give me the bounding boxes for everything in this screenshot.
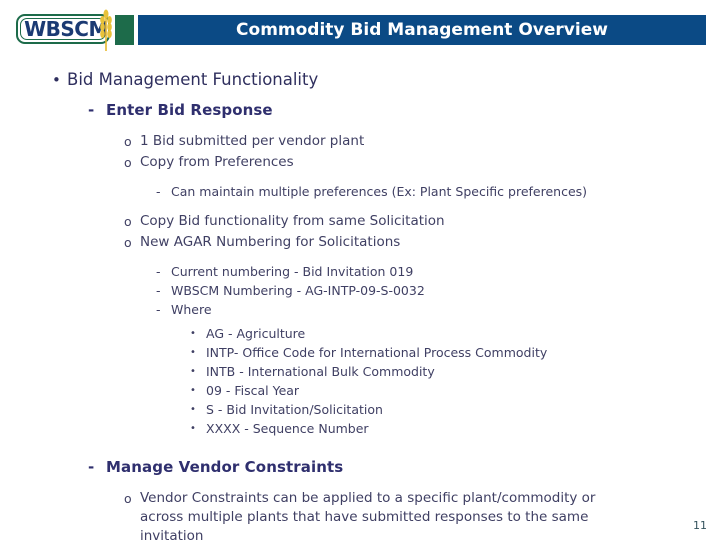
slide-body: • Bid Management Functionality - Enter B… bbox=[0, 66, 720, 548]
bullet-marker: • bbox=[190, 366, 196, 377]
page-title: Commodity Bid Management Overview bbox=[236, 20, 608, 40]
outline-item-ag-agriculture: • AG - Agriculture bbox=[0, 325, 720, 343]
bullet-marker: • bbox=[190, 423, 196, 434]
outline-item-new-agar-numbering: o New AGAR Numbering for Solicitations bbox=[0, 233, 720, 252]
outline-item-label: Current numbering - Bid Invitation 019 bbox=[171, 264, 414, 279]
outline-item-label: XXXX - Sequence Number bbox=[206, 421, 369, 436]
outline-item-bid-invitation-solicitation: • S - Bid Invitation/Solicitation bbox=[0, 401, 720, 419]
outline-item-manage-vendor-constraints: - Manage Vendor Constraints bbox=[0, 457, 720, 477]
outline-item-label: New AGAR Numbering for Solicitations bbox=[140, 234, 401, 250]
outline-item-fiscal-year: • 09 - Fiscal Year bbox=[0, 382, 720, 400]
circle-marker: o bbox=[124, 235, 132, 250]
bullet-marker: • bbox=[52, 71, 61, 89]
outline-item-label: Copy from Preferences bbox=[140, 154, 294, 170]
page-number: 11 bbox=[693, 519, 707, 532]
circle-marker: o bbox=[124, 491, 132, 506]
outline-item-label: 09 - Fiscal Year bbox=[206, 383, 300, 398]
outline-item-vendor-constraints-detail: o Vendor Constraints can be applied to a… bbox=[0, 489, 720, 546]
outline-item-label: INTP- Office Code for International Proc… bbox=[206, 345, 548, 360]
dash-marker: - bbox=[156, 264, 161, 279]
bullet-marker: • bbox=[190, 385, 196, 396]
slide-header: WBSCM Commodity Bid Management Overview bbox=[0, 0, 720, 58]
bullet-marker: • bbox=[190, 328, 196, 339]
outline-item-intb-bulk-commodity: • INTB - International Bulk Commodity bbox=[0, 363, 720, 381]
outline-item-label: Bid Management Functionality bbox=[67, 70, 319, 89]
outline-item-label: Vendor Constraints can be applied to a s… bbox=[140, 490, 596, 544]
outline-item-intp-office-code: • INTP- Office Code for International Pr… bbox=[0, 344, 720, 362]
dash-marker: - bbox=[156, 184, 161, 199]
outline-item-wbscm-numbering: - WBSCM Numbering - AG-INTP-09-S-0032 bbox=[0, 282, 720, 300]
outline-item-enter-bid-response: - Enter Bid Response bbox=[0, 100, 720, 120]
wheat-stalk-icon bbox=[100, 9, 112, 51]
circle-marker: o bbox=[124, 134, 132, 149]
outline-item-one-bid-per-vendor-plant: o 1 Bid submitted per vendor plant bbox=[0, 132, 720, 151]
circle-marker: o bbox=[124, 214, 132, 229]
bullet-marker: • bbox=[190, 404, 196, 415]
outline-item-label: S - Bid Invitation/Solicitation bbox=[206, 402, 383, 417]
outline-item-label: WBSCM Numbering - AG-INTP-09-S-0032 bbox=[171, 283, 425, 298]
dash-marker: - bbox=[156, 302, 161, 317]
dash-marker: - bbox=[88, 101, 95, 119]
outline-item-copy-from-preferences: o Copy from Preferences bbox=[0, 153, 720, 172]
outline-item-sequence-number: • XXXX - Sequence Number bbox=[0, 420, 720, 438]
outline-item-label: Can maintain multiple preferences (Ex: P… bbox=[171, 184, 588, 199]
circle-marker: o bbox=[124, 155, 132, 170]
outline-item-label: 1 Bid submitted per vendor plant bbox=[140, 133, 365, 149]
outline-item-where: - Where bbox=[0, 301, 720, 319]
outline-item-label: Manage Vendor Constraints bbox=[106, 458, 344, 476]
outline-item-label: Where bbox=[171, 302, 212, 317]
outline-item-maintain-multiple-preferences: - Can maintain multiple preferences (Ex:… bbox=[0, 183, 720, 201]
outline-item-copy-bid-functionality: o Copy Bid functionality from same Solic… bbox=[0, 212, 720, 231]
outline-item-label: AG - Agriculture bbox=[206, 326, 306, 341]
header-title-bar: Commodity Bid Management Overview bbox=[138, 15, 706, 45]
bullet-marker: • bbox=[190, 347, 196, 358]
outline-item-label: Copy Bid functionality from same Solicit… bbox=[140, 213, 445, 229]
outline-item-label: INTB - International Bulk Commodity bbox=[206, 364, 435, 379]
outline-item-label: Enter Bid Response bbox=[106, 101, 273, 119]
outline-item-current-numbering: - Current numbering - Bid Invitation 019 bbox=[0, 263, 720, 281]
dash-marker: - bbox=[88, 458, 95, 476]
dash-marker: - bbox=[156, 283, 161, 298]
header-green-accent bbox=[115, 15, 134, 45]
outline-item-bid-management-functionality: • Bid Management Functionality bbox=[0, 70, 720, 90]
